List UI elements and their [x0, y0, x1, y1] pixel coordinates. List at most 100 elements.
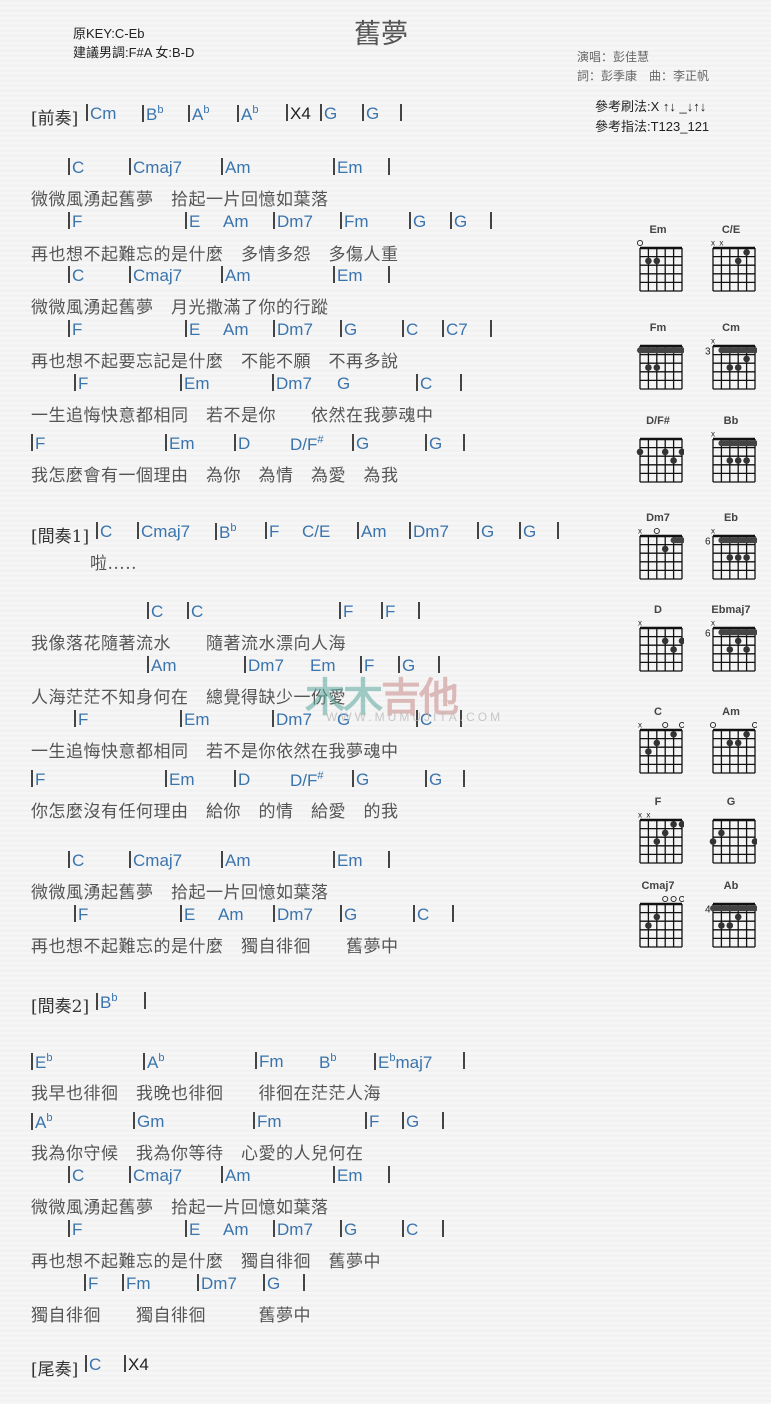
bar-line: [388, 851, 390, 868]
bar-line: [237, 105, 239, 122]
chord-name: G: [344, 1220, 358, 1239]
finger-dot: [734, 637, 742, 645]
bar-line: [234, 434, 236, 451]
chord-symbol: F: [31, 770, 45, 790]
chord-name: Dm7: [248, 656, 284, 675]
chord-symbol: Fm: [340, 212, 369, 232]
bar-line: [388, 158, 392, 178]
lyric-line: 一生追悔快意都相同 若不是你 依然在我夢魂中: [31, 406, 434, 426]
chord-symbol: G: [362, 104, 379, 124]
chord-symbol: F: [74, 374, 88, 394]
bar-line: [234, 770, 236, 787]
chord-name: G: [429, 770, 443, 789]
chord-symbol: Bb: [319, 1052, 336, 1073]
chord-symbol: C: [68, 158, 84, 178]
chord-name: F: [72, 212, 83, 231]
chord-symbol: Bb: [96, 992, 117, 1013]
bar-line: [31, 1053, 33, 1070]
chord-symbol: Ab: [237, 104, 258, 125]
fretboard-grid: [639, 895, 684, 948]
finger-dot: [726, 739, 734, 747]
chord-symbol: F: [31, 434, 45, 454]
bar-line: [244, 656, 246, 673]
bar-line: [450, 212, 452, 229]
chord-name: F: [72, 320, 83, 339]
chord-name: Em: [337, 266, 363, 285]
chord-symbol: C: [68, 1166, 84, 1186]
chord-name: C/E: [302, 522, 331, 541]
chord-symbol: C: [96, 522, 112, 542]
muted-string-marker: x: [711, 430, 715, 439]
bar-line: [452, 905, 454, 922]
chord-symbol: Dm7: [197, 1274, 237, 1294]
chord-name: A: [35, 1113, 47, 1132]
finger-dot: [645, 257, 652, 265]
chord-symbol: X4: [286, 104, 311, 124]
finger-dot: [726, 457, 734, 464]
fret-number: 6: [705, 629, 711, 640]
section-label: [尾奏]: [31, 1360, 79, 1380]
bar-line: [418, 602, 422, 622]
chord-symbol: Em: [180, 710, 210, 730]
chord-symbol: C: [68, 851, 84, 871]
chord-diagram-name: G: [726, 796, 736, 808]
chord-name: B: [100, 993, 112, 1012]
chord-symbol: Dm7: [273, 1220, 313, 1240]
bar-line: [165, 770, 167, 787]
bar-line: [333, 266, 335, 283]
bar-line: [442, 1112, 444, 1129]
chord-symbol: Am: [221, 266, 251, 286]
singer-credit: 演唱：彭佳慧: [577, 50, 650, 64]
chord-name: F: [78, 710, 89, 729]
barre-bar: [718, 537, 757, 544]
chord-symbol: G: [263, 1274, 280, 1294]
chord-name: Dm7: [201, 1274, 237, 1293]
finger-dot: [734, 739, 742, 747]
fret-number: 6: [705, 537, 711, 548]
chord-name: C: [89, 1355, 102, 1374]
lyric-line: 獨自徘徊 獨自徘徊 舊夢中: [31, 1306, 311, 1326]
chord-name: Cmaj7: [133, 266, 183, 285]
fretboard-grid: x6: [705, 619, 757, 672]
bar-line: [129, 1166, 131, 1183]
chord-symbol: Am: [357, 522, 387, 542]
bar-line: [147, 656, 149, 673]
muted-string-marker: x: [711, 527, 715, 536]
bar-line: [402, 1220, 404, 1237]
bar-line: [340, 905, 342, 922]
lyric-line: 再也想不起難忘的是什麼 多情多怨 多傷人重: [31, 245, 399, 265]
finger-dot: [726, 922, 734, 929]
bar-line: [221, 158, 223, 175]
open-string-marker: [636, 239, 644, 247]
chord-diagram-name: Em: [649, 224, 667, 236]
chord-symbol: C: [413, 905, 429, 925]
bar-line: [96, 522, 98, 539]
chord-symbol: Bb: [215, 522, 236, 543]
chord-symbol: Fm: [122, 1274, 151, 1294]
chord-name: C: [420, 374, 433, 393]
bar-line: [381, 602, 383, 619]
bar-line: [463, 1052, 467, 1072]
muted-string-marker: x: [711, 239, 715, 248]
bar-line: [340, 1220, 342, 1237]
bar-line: [490, 320, 494, 340]
bar-line: [409, 212, 411, 229]
chord-name: C: [417, 905, 430, 924]
chord-accidental: b: [203, 104, 210, 116]
finger-dot: [661, 637, 669, 645]
bar-line: [185, 320, 187, 337]
chord-symbol: E: [185, 320, 200, 340]
chord-name: D/F: [290, 435, 318, 454]
chord-accidental: b: [230, 522, 237, 534]
bar-line: [388, 1166, 390, 1183]
barre-bar: [710, 905, 757, 912]
chord-symbol: C7: [442, 320, 468, 340]
open-string-marker: [653, 527, 660, 535]
finger-dot: [653, 364, 661, 371]
chord-name: X4: [290, 104, 311, 123]
bar-line: [413, 905, 415, 922]
bar-line: [180, 710, 182, 727]
chord-name: G: [324, 104, 338, 123]
finger-dot: [636, 448, 644, 456]
bar-line: [365, 1112, 367, 1129]
